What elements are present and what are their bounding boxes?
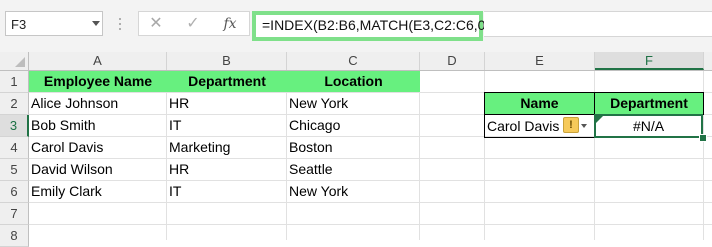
cell-c6[interactable]: New York: [287, 181, 419, 202]
cell-a4[interactable]: Carol Davis: [29, 137, 166, 158]
cell-b3[interactable]: IT: [167, 115, 286, 136]
select-all-button[interactable]: [0, 52, 29, 70]
column-header-e[interactable]: E: [485, 52, 595, 70]
check-icon[interactable]: ✓: [182, 14, 204, 34]
insert-function-button[interactable]: fx: [219, 14, 241, 34]
cell-b5[interactable]: HR: [167, 159, 286, 180]
formula-bar: F3 ✕ ✓ fx =INDEX(B2:B6,MATCH(E3,C2:C6,0)…: [0, 0, 712, 52]
formula-buttons: ✕ ✓ fx: [138, 11, 250, 36]
drag-handle-icon[interactable]: [112, 14, 128, 34]
cell-a5[interactable]: David Wilson: [29, 159, 166, 180]
fill-handle[interactable]: [699, 134, 707, 142]
cell-b6[interactable]: IT: [167, 181, 286, 202]
chevron-down-icon[interactable]: [92, 21, 100, 26]
close-icon[interactable]: ✕: [145, 14, 167, 34]
row-header-2[interactable]: 2: [0, 93, 29, 115]
cell-c3[interactable]: Chicago: [287, 115, 419, 136]
cell-c4[interactable]: Boston: [287, 137, 419, 158]
cell-c5[interactable]: Seattle: [287, 159, 419, 180]
column-header-a[interactable]: A: [29, 52, 167, 70]
column-header-d[interactable]: D: [420, 52, 485, 70]
row-header-4[interactable]: 4: [0, 137, 29, 159]
error-indicator: [596, 116, 603, 123]
lookup-name-header[interactable]: Name: [484, 92, 595, 115]
formula-input-extension[interactable]: [484, 11, 712, 37]
cell-a6[interactable]: Emily Clark: [29, 181, 166, 202]
column-header-f[interactable]: F: [595, 52, 704, 70]
lookup-department-header[interactable]: Department: [594, 92, 704, 115]
column-headers: A B C D E F: [0, 52, 712, 71]
header-employee-name[interactable]: Employee Name: [29, 71, 167, 92]
name-box[interactable]: F3: [5, 11, 103, 36]
cell-b4[interactable]: Marketing: [167, 137, 286, 158]
chevron-down-icon[interactable]: [581, 124, 587, 128]
active-cell-selection: [594, 114, 703, 138]
column-header-b[interactable]: B: [167, 52, 287, 70]
column-header-g[interactable]: [704, 52, 712, 70]
row-header-1[interactable]: 1: [0, 71, 29, 93]
name-box-value: F3: [11, 17, 27, 32]
row-header-8[interactable]: 8: [0, 225, 29, 247]
cell-a2[interactable]: Alice Johnson: [29, 93, 166, 114]
column-header-c[interactable]: C: [287, 52, 420, 70]
row-header-3[interactable]: 3: [0, 115, 29, 137]
cell-c2[interactable]: New York: [287, 93, 419, 114]
header-department[interactable]: Department: [167, 71, 287, 92]
row-header-7[interactable]: 7: [0, 203, 29, 225]
row-header-5[interactable]: 5: [0, 159, 29, 181]
worksheet-grid[interactable]: Employee Name Department Location Alice …: [29, 71, 712, 240]
cell-b2[interactable]: HR: [167, 93, 286, 114]
row-header-6[interactable]: 6: [0, 181, 29, 203]
warning-icon[interactable]: !: [563, 117, 579, 133]
cell-a3[interactable]: Bob Smith: [29, 115, 166, 136]
formula-input[interactable]: =INDEX(B2:B6,MATCH(E3,C2:C6,0)): [252, 11, 495, 41]
header-location[interactable]: Location: [287, 71, 420, 92]
